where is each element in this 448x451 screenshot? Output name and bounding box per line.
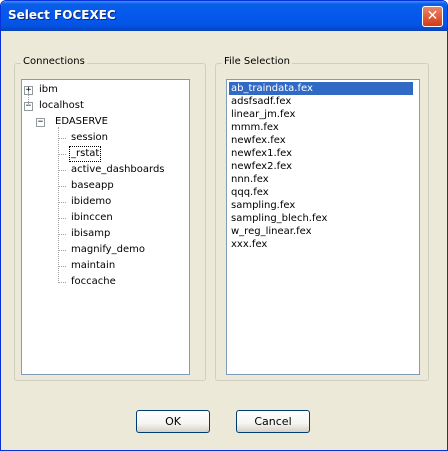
- tree-node-label: active_dashboards: [71, 164, 165, 175]
- tree-node-label: ibidemo: [71, 196, 112, 207]
- file-list-item[interactable]: newfex1.fex: [229, 147, 413, 160]
- tree-node[interactable]: foccache: [22, 275, 189, 290]
- close-button[interactable]: ✕: [422, 6, 443, 27]
- file-list-item[interactable]: sampling_blech.fex: [229, 212, 413, 225]
- file-list-item[interactable]: w_reg_linear.fex: [229, 225, 413, 238]
- tree-node-label: ibisamp: [71, 228, 111, 239]
- tree-node[interactable]: magnify_demo: [22, 243, 189, 258]
- file-list-item[interactable]: xxx.fex: [229, 238, 413, 251]
- tree-node-label: ibm: [39, 84, 58, 95]
- connections-tree[interactable]: + ibm − localhost − EDASERVE session _rstat acti…: [21, 79, 190, 375]
- connections-legend: Connections: [21, 56, 87, 67]
- tree-node[interactable]: _rstat: [22, 146, 189, 162]
- dialog-client-area: Connections + ibm − localhost − EDASERVE sessi…: [4, 31, 444, 449]
- tree-node-label: magnify_demo: [71, 244, 145, 255]
- file-list-item[interactable]: qqq.fex: [229, 186, 413, 199]
- select-focexec-dialog: Select FOCEXEC ✕ Connections + ibm − localh…: [0, 0, 448, 451]
- tree-node[interactable]: session: [22, 131, 189, 146]
- tree-node[interactable]: active_dashboards: [22, 163, 189, 178]
- file-selection-group: File Selection ab_traindata.fex adsfsadf.…: [215, 56, 429, 381]
- tree-node[interactable]: ibidemo: [22, 195, 189, 210]
- connections-group: Connections + ibm − localhost − EDASERVE sessi…: [14, 56, 206, 381]
- cancel-button[interactable]: Cancel: [236, 410, 310, 433]
- tree-node[interactable]: − localhost: [22, 99, 189, 114]
- file-list-item[interactable]: adsfsadf.fex: [229, 95, 413, 108]
- tree-node[interactable]: + ibm: [22, 83, 189, 98]
- tree-node[interactable]: ibinccen: [22, 211, 189, 226]
- file-list-item[interactable]: mmm.fex: [229, 121, 413, 134]
- file-list-item[interactable]: newfex.fex: [229, 134, 413, 147]
- tree-node-label: _rstat: [68, 146, 102, 162]
- tree-node-label: session: [71, 132, 109, 143]
- file-list-item[interactable]: sampling.fex: [229, 199, 413, 212]
- file-list[interactable]: ab_traindata.fex adsfsadf.fex linear_jm.fe…: [226, 79, 420, 375]
- tree-guide-line: [28, 92, 29, 106]
- minus-expander-icon[interactable]: −: [36, 118, 45, 127]
- file-list-item[interactable]: newfex2.fex: [229, 160, 413, 173]
- file-list-item[interactable]: linear_jm.fex: [229, 108, 413, 121]
- tree-node-label: foccache: [71, 276, 116, 287]
- file-list-item[interactable]: ab_traindata.fex: [229, 82, 413, 95]
- file-selection-legend: File Selection: [222, 56, 292, 67]
- tree-node-label: localhost: [39, 100, 84, 111]
- tree-node-label: maintain: [71, 260, 116, 271]
- tree-node[interactable]: ibisamp: [22, 227, 189, 242]
- tree-node-label: ibinccen: [71, 212, 113, 223]
- tree-node[interactable]: maintain: [22, 259, 189, 274]
- ok-button[interactable]: OK: [136, 410, 210, 433]
- tree-node[interactable]: − EDASERVE: [22, 115, 189, 130]
- tree-node-label: EDASERVE: [55, 116, 108, 127]
- window-title: Select FOCEXEC: [8, 8, 116, 22]
- tree-node-label: baseapp: [71, 180, 114, 191]
- title-bar[interactable]: Select FOCEXEC ✕: [1, 1, 447, 31]
- tree-node[interactable]: baseapp: [22, 179, 189, 194]
- tree-guide-line: [58, 127, 59, 283]
- file-list-item[interactable]: nnn.fex: [229, 173, 413, 186]
- close-icon: ✕: [426, 8, 439, 24]
